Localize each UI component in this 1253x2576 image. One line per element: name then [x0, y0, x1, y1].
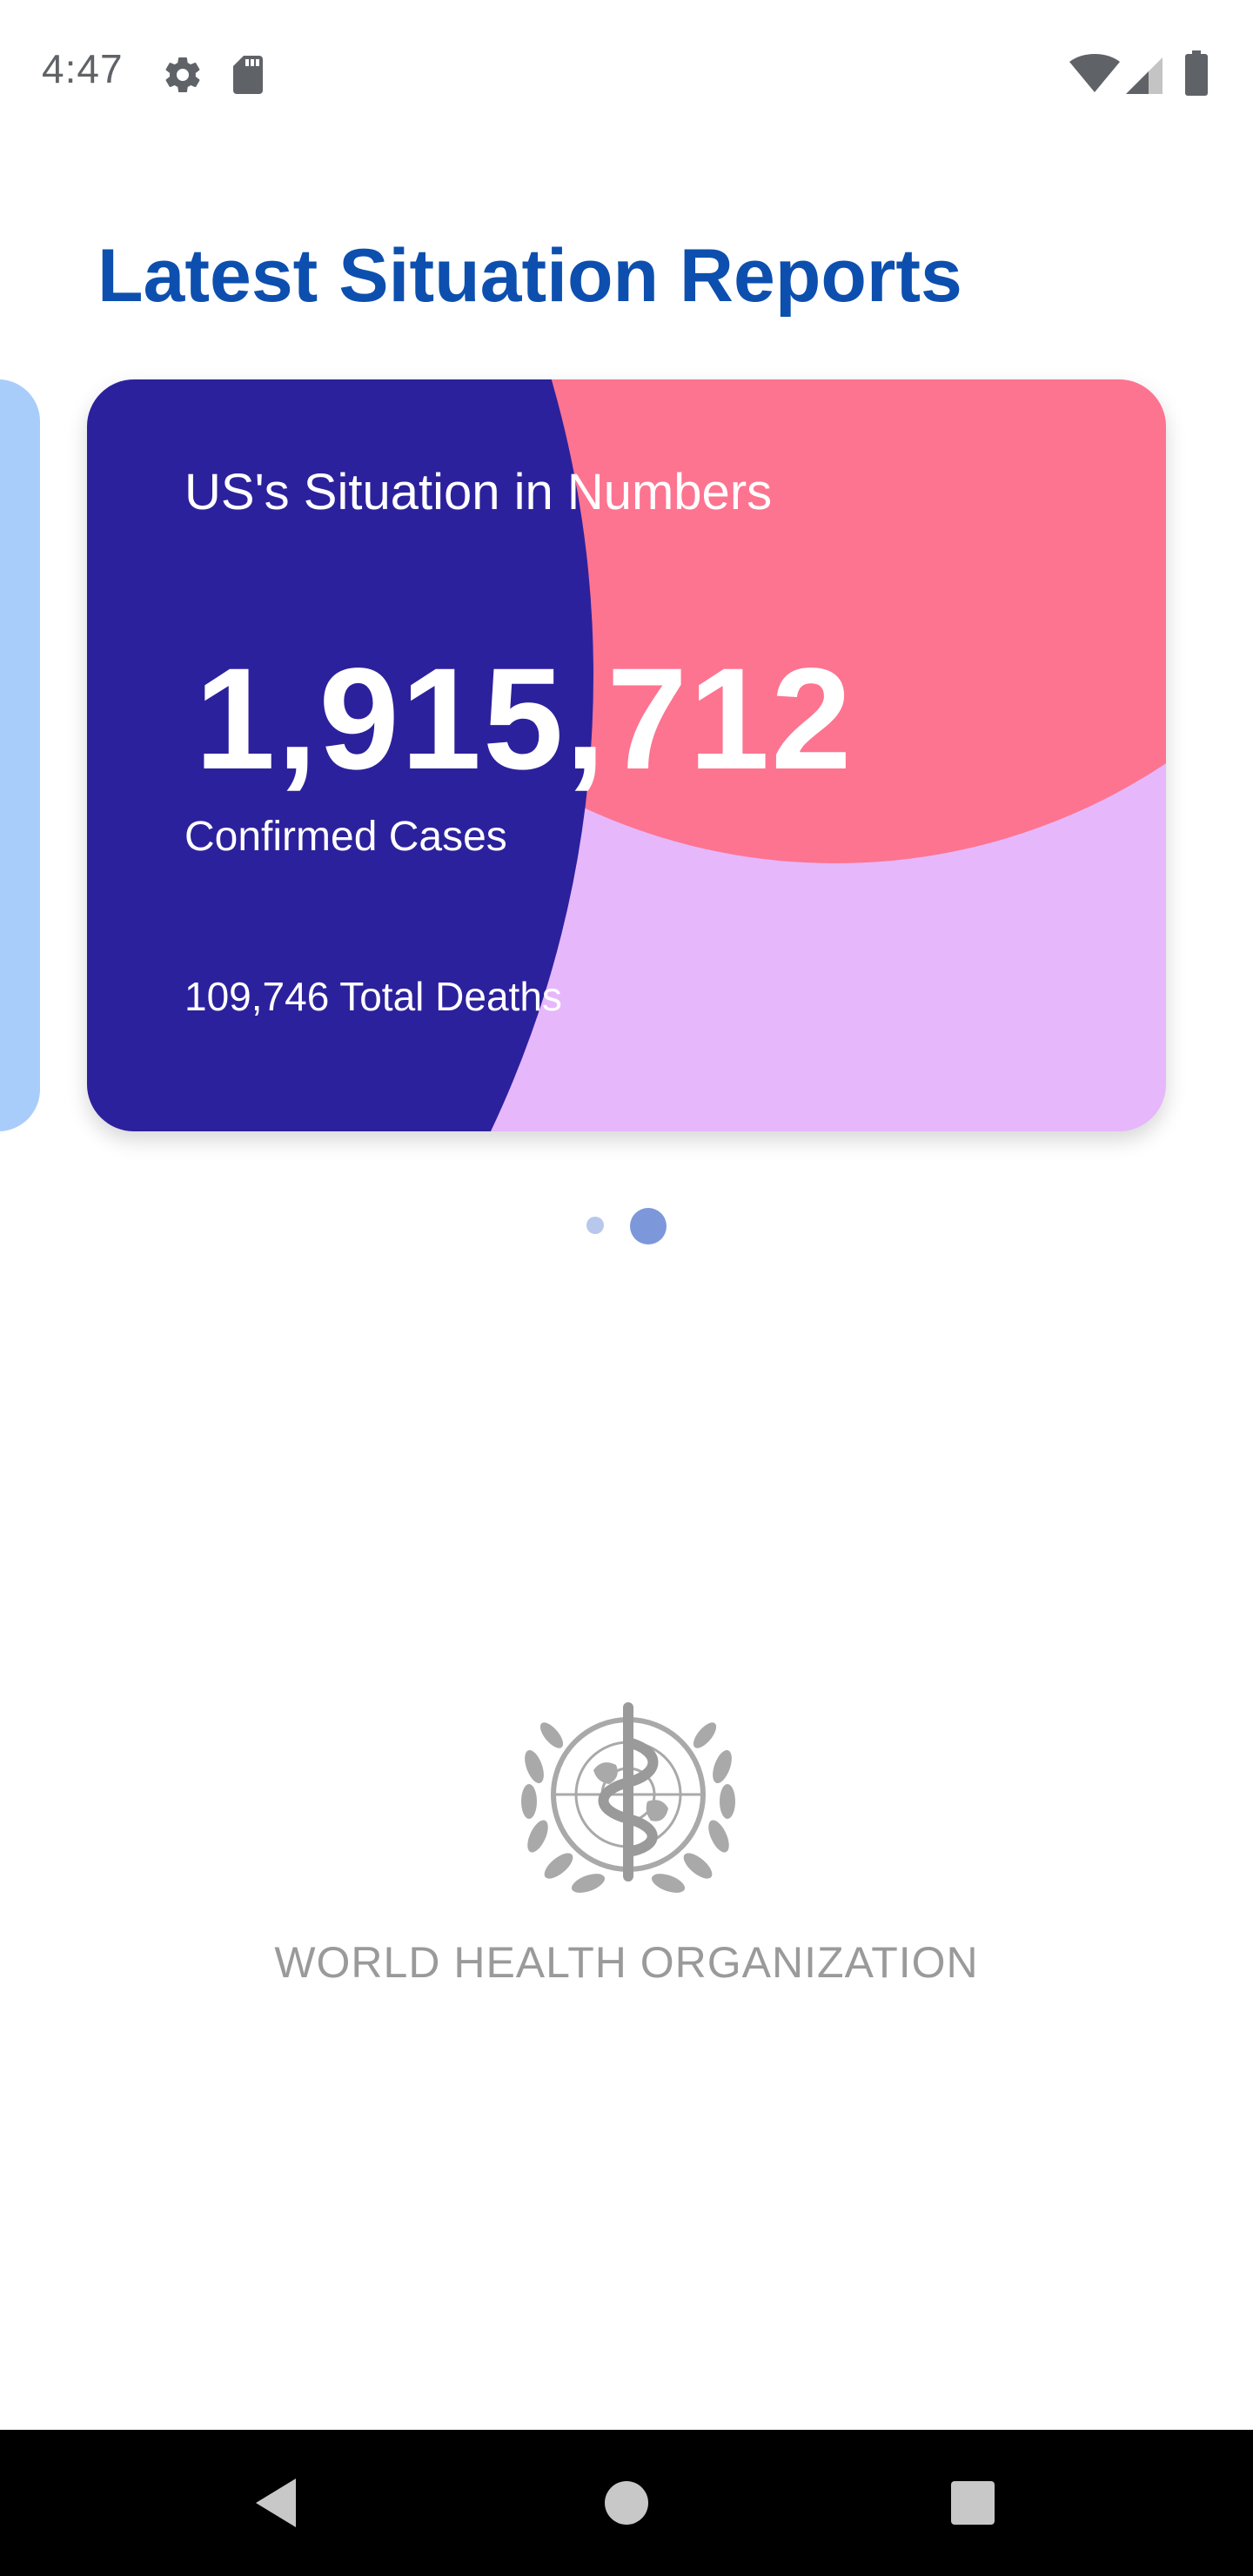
confirmed-cases-label: Confirmed Cases: [184, 814, 507, 860]
wifi-icon: [1069, 54, 1121, 100]
carousel-page-indicator: [0, 1208, 1253, 1244]
who-emblem-icon: [513, 1697, 743, 1902]
home-button[interactable]: [557, 2430, 696, 2576]
page-dot-active[interactable]: [630, 1208, 667, 1244]
back-button[interactable]: [207, 2430, 346, 2576]
who-organization-name: WORLD HEALTH ORGANIZATION: [274, 1938, 979, 1987]
screen: 4:47 Latest Situation Reports US's Situa…: [0, 0, 1253, 2576]
system-navigation-bar: [0, 2430, 1253, 2576]
previous-report-card[interactable]: [0, 379, 40, 1131]
recents-button[interactable]: [903, 2430, 1042, 2576]
home-icon: [605, 2481, 648, 2525]
page-dot-inactive[interactable]: [586, 1217, 604, 1234]
cellular-signal-icon: [1124, 54, 1164, 100]
us-situation-card[interactable]: US's Situation in Numbers 1,915,712 Conf…: [87, 379, 1166, 1131]
sd-card-icon: [230, 54, 268, 100]
situation-reports-carousel[interactable]: US's Situation in Numbers 1,915,712 Conf…: [0, 374, 1253, 1140]
card-heading: US's Situation in Numbers: [184, 464, 773, 520]
gear-icon: [162, 54, 204, 100]
battery-icon: [1183, 50, 1209, 100]
total-deaths-text: 109,746 Total Deaths: [184, 974, 562, 1019]
back-icon: [256, 2479, 296, 2527]
confirmed-cases-count: 1,915,712: [195, 639, 854, 800]
status-bar: 4:47: [0, 0, 1253, 148]
page-title: Latest Situation Reports: [97, 234, 962, 318]
status-time: 4:47: [42, 46, 124, 91]
recents-icon: [951, 2481, 995, 2525]
